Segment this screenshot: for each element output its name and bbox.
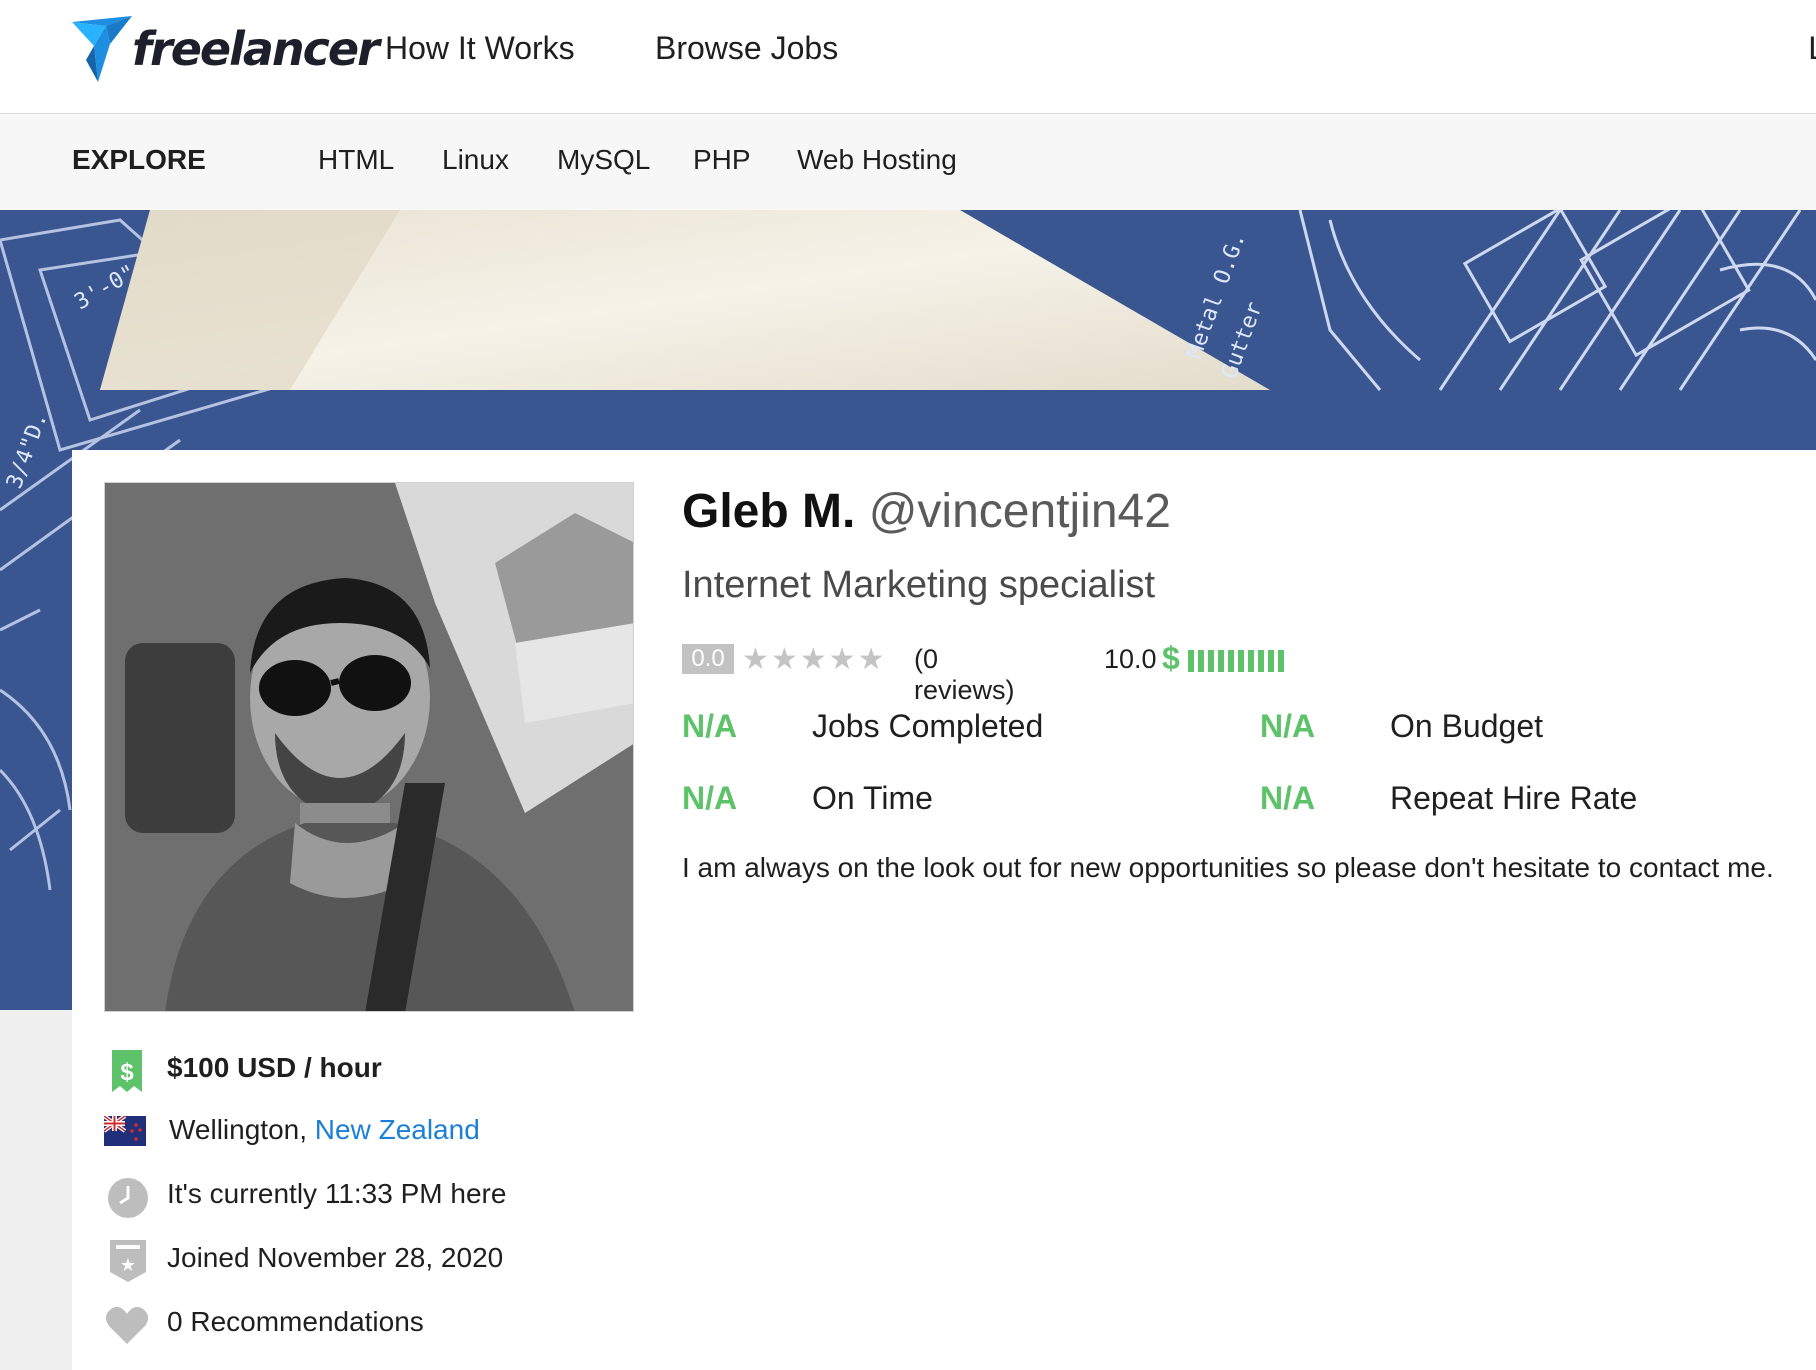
heart-icon — [106, 1306, 148, 1344]
svg-text:$: $ — [120, 1059, 134, 1086]
stat-on-time-label: On Time — [812, 780, 933, 816]
stat-jobs-completed-label: Jobs Completed — [812, 708, 1044, 744]
earnings-score: 10.0 — [1104, 644, 1157, 674]
stat-on-budget-value: N/A — [1260, 708, 1316, 744]
earnings-bar — [1268, 650, 1274, 672]
joined-date: Joined November 28, 2020 — [167, 1242, 504, 1273]
stat-on-budget-label: On Budget — [1390, 708, 1543, 744]
profile-tagline: Internet Marketing specialist — [682, 564, 1156, 606]
earnings-bar — [1228, 650, 1234, 672]
explore-bar: EXPLORE HTML Linux MySQL PHP Web Hosting — [0, 114, 1816, 210]
top-navigation: freelancer How It Works Browse Jobs L — [0, 0, 1816, 114]
earnings-bar — [1258, 650, 1264, 672]
earnings-bar — [1218, 650, 1224, 672]
nav-how-it-works[interactable]: How It Works — [385, 30, 575, 67]
location-country-link[interactable]: New Zealand — [315, 1114, 480, 1145]
explore-link-web-hosting[interactable]: Web Hosting — [797, 144, 957, 176]
recommendations-count[interactable]: 0 Recommendations — [167, 1306, 424, 1338]
svg-text:★: ★ — [120, 1255, 136, 1276]
hourly-rate-icon: $ — [112, 1050, 142, 1092]
joined-badge-icon: ★ — [110, 1240, 146, 1282]
nav-truncated-link[interactable]: L — [1808, 30, 1816, 67]
earnings-bars-icon — [1188, 650, 1284, 672]
freelancer-bird-icon — [72, 16, 132, 82]
new-zealand-flag-icon — [104, 1116, 146, 1146]
earnings-bar — [1198, 650, 1204, 672]
clock-icon — [108, 1178, 148, 1218]
avatar-photo — [105, 483, 633, 1011]
nav-browse-jobs[interactable]: Browse Jobs — [655, 30, 838, 67]
stat-jobs-completed-value: N/A — [682, 708, 738, 744]
explore-link-mysql[interactable]: MySQL — [557, 144, 650, 176]
profile-name: Gleb M. @vincentjin42 — [682, 484, 1171, 539]
earnings-bar — [1248, 650, 1254, 672]
stat-repeat-hire-label: Repeat Hire Rate — [1390, 780, 1638, 816]
page-background-strip — [0, 1010, 72, 1358]
local-time: It's currently 11:33 PM here — [167, 1178, 507, 1209]
rating-score-badge: 0.0 — [682, 644, 734, 674]
logo-wordmark: freelancer — [132, 22, 380, 76]
location-city: Wellington, — [169, 1114, 315, 1145]
reviews-count[interactable]: (0 reviews) — [914, 644, 1015, 706]
profile-username: @vincentjin42 — [868, 485, 1171, 538]
earnings-bar — [1208, 650, 1214, 672]
explore-link-html[interactable]: HTML — [318, 144, 394, 176]
earnings-bar — [1188, 650, 1194, 672]
earnings-bar — [1278, 650, 1284, 672]
freelancer-logo[interactable]: freelancer — [72, 16, 380, 82]
stat-repeat-hire-value: N/A — [1260, 780, 1316, 816]
explore-label: EXPLORE — [72, 144, 206, 175]
earnings-dollar-icon: $ — [1162, 640, 1180, 676]
explore-link-linux[interactable]: Linux — [442, 144, 509, 176]
earnings-bar — [1238, 650, 1244, 672]
profile-avatar[interactable] — [104, 482, 634, 1012]
explore-link-php[interactable]: PHP — [693, 144, 751, 176]
profile-bio: I am always on the look out for new oppo… — [682, 852, 1774, 883]
display-name: Gleb M. — [682, 485, 856, 538]
rating-stars-icon: ★★★★★ — [742, 643, 887, 676]
hourly-rate: $100 USD / hour — [167, 1052, 382, 1083]
location: Wellington, New Zealand — [169, 1114, 480, 1146]
stat-on-time-value: N/A — [682, 780, 738, 816]
